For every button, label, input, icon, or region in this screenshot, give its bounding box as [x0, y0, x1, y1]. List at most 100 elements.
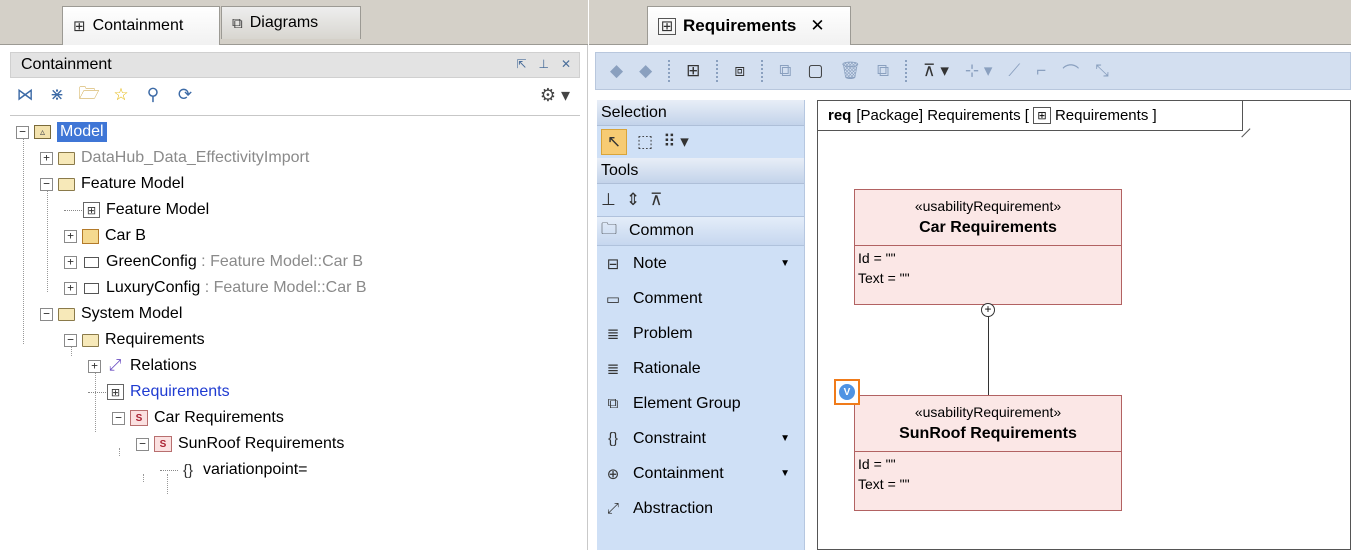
close-icon[interactable]: ✕ [561, 57, 571, 71]
tree-item-label: Requirements [105, 331, 205, 348]
float-icon[interactable]: ⇱ [516, 57, 526, 71]
palette-tools-header[interactable]: Tools [597, 158, 804, 184]
sunroof-requirements-shape[interactable]: «usabilityRequirement» SunRoof Requireme… [854, 395, 1122, 511]
palette-note[interactable]: ⊟ Note ▼ [597, 246, 804, 281]
tree-item-label: LuxuryConfig [106, 279, 201, 296]
panel-title: Containment ⇱ ⊥ ✕ [10, 52, 580, 78]
package-icon [58, 177, 75, 191]
expand-icon[interactable]: + [40, 151, 53, 165]
collapse-all-icon[interactable]: ⋈ [14, 85, 36, 105]
sync-icon[interactable]: ⟳ [174, 85, 196, 105]
expand-icon[interactable]: + [88, 359, 101, 373]
palette-constraint[interactable]: {} Constraint ▼ [597, 421, 804, 456]
paste-icon[interactable]: ▢ [807, 61, 823, 81]
diagram-canvas[interactable]: req [Package] Requirements [ ⊞ Requireme… [817, 100, 1351, 550]
tree-item-label: Relations [130, 357, 197, 374]
select-diagram-icon[interactable]: ⧈ [734, 61, 745, 81]
palette-problem[interactable]: ≣ Problem [597, 316, 804, 351]
forward-icon[interactable]: ◆ [639, 61, 652, 81]
tree-item-label: Model [57, 122, 107, 142]
bezier-path-icon[interactable]: ⌒ [1062, 59, 1079, 84]
frame-label-name: Requirements [1054, 107, 1149, 124]
expand-icon[interactable]: + [64, 281, 77, 295]
tree-item-system-model[interactable]: − System Model [40, 301, 182, 327]
palette-comment[interactable]: ▭ Comment [597, 281, 804, 316]
layout-icon[interactable]: ⊼ ▾ [923, 61, 949, 81]
car-requirements-shape[interactable]: «usabilityRequirement» Car Requirements … [854, 189, 1122, 305]
tab-requirements[interactable]: ⊞ Requirements ✕ [647, 6, 851, 45]
back-icon[interactable]: ◆ [610, 61, 623, 81]
note-icon: ⊟ [606, 255, 620, 273]
gear-icon[interactable]: ⚙ ▾ [540, 85, 570, 106]
palette-element-group[interactable]: ⧉ Element Group [597, 386, 804, 421]
collapse-icon[interactable]: − [64, 333, 77, 347]
variation-point-icon: V [839, 384, 855, 400]
rectangular-selection-icon[interactable]: ⬚ [637, 132, 653, 152]
split-path-icon[interactable]: ⤡ [1095, 61, 1109, 81]
containment-connector[interactable] [988, 311, 989, 396]
variation-point-marker[interactable]: V [834, 379, 860, 405]
containment-icon[interactable]: ⊞ [686, 61, 700, 81]
align-icon[interactable]: ⊼ [650, 190, 662, 210]
frame-keyword: req [828, 107, 852, 124]
delete-icon[interactable]: 🗑 [839, 61, 861, 81]
pointer-icon[interactable]: ↖ [601, 129, 627, 155]
tree-item-feature-model-diagram[interactable]: ⊞ Feature Model [64, 197, 209, 223]
favorites-star-icon[interactable]: ☆ [110, 85, 132, 105]
tab-diagrams[interactable]: ⧉ Diagrams [221, 6, 361, 39]
tree-item-sunroof-requirements[interactable]: − S SunRoof Requirements [136, 431, 344, 457]
copy-icon[interactable]: ⧉ [779, 61, 791, 81]
palette-rationale[interactable]: ≣ Rationale [597, 351, 804, 386]
left-toolbar: ⋈ ⋇ 🗁 ☆ ⚲ ⟳ ⚙ ▾ [10, 80, 580, 110]
dropdown-arrow-icon[interactable]: ▼ [780, 468, 790, 479]
tree-item-requirements-package[interactable]: − Requirements [64, 327, 205, 353]
search-icon[interactable]: ⚲ [142, 85, 164, 105]
rectilinear-path-icon[interactable]: ⌐ [1036, 61, 1046, 81]
collapse-icon[interactable]: − [40, 307, 53, 321]
tree-item-luxury-config[interactable]: + LuxuryConfig : Feature Model::Car B [64, 275, 367, 301]
tab-containment-label: Containment [92, 17, 184, 34]
tree-item-car-b[interactable]: + Car B [64, 223, 146, 249]
stamp-icon[interactable]: ⊥ [601, 190, 616, 210]
tree-item-car-requirements[interactable]: − S Car Requirements [112, 405, 284, 431]
requirement-id: Id = "" [858, 456, 896, 472]
tree-item-green-config[interactable]: + GreenConfig : Feature Model::Car B [64, 249, 363, 275]
requirement-id: Id = "" [858, 250, 896, 266]
tree-item-feature-model-package[interactable]: − Feature Model [40, 171, 184, 197]
dropdown-arrow-icon[interactable]: ▼ [780, 258, 790, 269]
comment-icon: ▭ [605, 290, 621, 308]
open-folder-icon[interactable]: 🗁 [78, 81, 100, 110]
close-tab-icon[interactable]: ✕ [810, 16, 824, 36]
feature-diagram-icon: ⊞ [83, 202, 100, 218]
collapse-icon[interactable]: − [40, 177, 53, 191]
diagram-frame-label: req [Package] Requirements [ ⊞ Requireme… [818, 101, 1243, 131]
tree-item-variationpoint[interactable]: {} variationpoint= [160, 457, 308, 483]
select-in-region-icon[interactable]: ⠿ ▾ [663, 132, 689, 152]
expand-icon[interactable]: + [64, 255, 77, 269]
package-icon [82, 333, 99, 347]
expand-icon[interactable]: + [64, 229, 77, 243]
tree-item-model[interactable]: − ▵ Model [16, 119, 107, 145]
pin-icon[interactable]: ⊥ [538, 57, 548, 71]
tab-containment[interactable]: ⊞ Containment [62, 6, 220, 45]
dropdown-arrow-icon[interactable]: ▼ [780, 433, 790, 444]
tree-item-requirements-diagram[interactable]: ⊞ Requirements [88, 379, 230, 405]
palette-containment[interactable]: ⊕ Containment ▼ [597, 456, 804, 491]
tree-item-datahub[interactable]: + DataHub_Data_EffectivityImport [40, 145, 309, 171]
palette-group-common[interactable]: 🗀 Common [597, 216, 804, 246]
palette-selection-header[interactable]: Selection [597, 100, 804, 126]
oblique-path-icon[interactable]: ⟋ [1008, 61, 1020, 81]
constraint-icon: {} [182, 461, 194, 479]
path-style-icon[interactable]: ⊹ ▾ [965, 61, 993, 81]
editor-tab-bar: ⊞ Requirements ✕ [589, 0, 1351, 45]
palette-abstraction[interactable]: ⤢ Abstraction [597, 491, 804, 526]
collapse-icon[interactable]: − [136, 437, 149, 451]
duplicate-icon[interactable]: ⧉ [877, 61, 889, 81]
tree-item-label: Feature Model [106, 201, 210, 218]
tree-item-relations[interactable]: + ⤢ Relations [88, 353, 197, 379]
instance-icon [83, 282, 99, 294]
expand-all-icon[interactable]: ⋇ [46, 85, 68, 105]
collapse-icon[interactable]: − [16, 125, 29, 139]
spacing-icon[interactable]: ⇕ [626, 190, 640, 210]
collapse-icon[interactable]: − [112, 411, 125, 425]
